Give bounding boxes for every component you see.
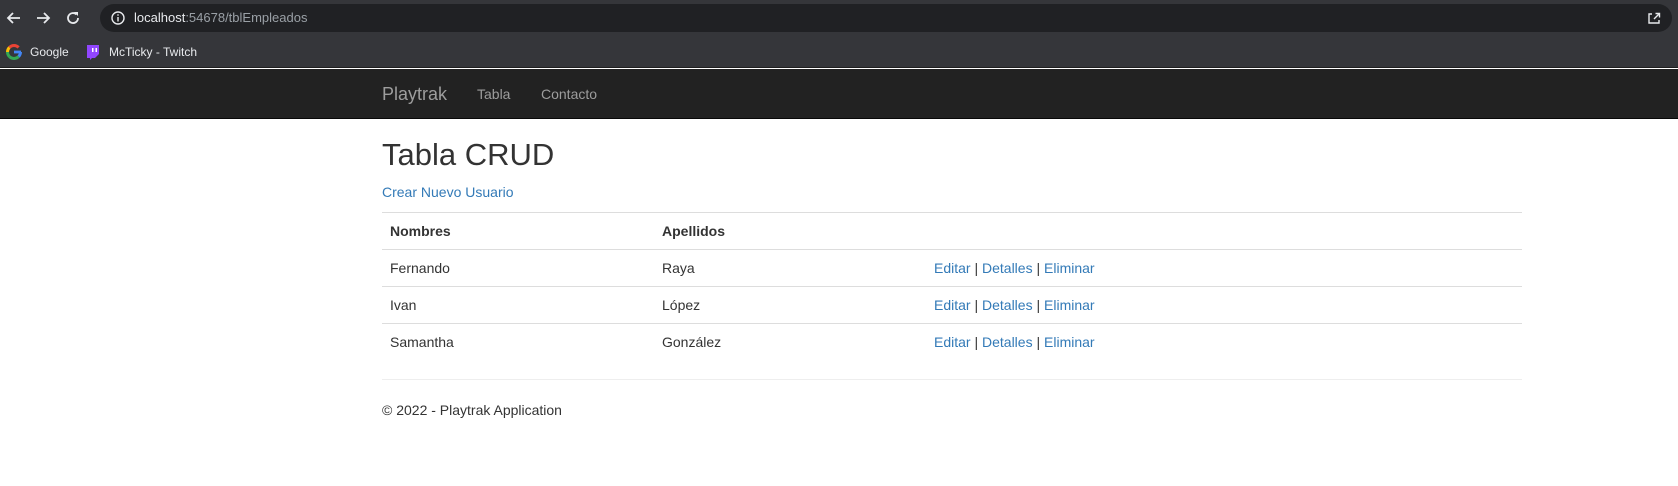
google-icon xyxy=(5,43,23,60)
cell-actions: Editar | Detalles | Eliminar xyxy=(926,286,1522,324)
separator: | xyxy=(974,260,979,276)
nav-link-tabla[interactable]: Tabla xyxy=(477,86,510,102)
twitch-icon xyxy=(85,44,101,60)
cell-nombres: Fernando xyxy=(382,249,654,287)
separator: | xyxy=(1036,297,1041,313)
forward-arrow-icon[interactable] xyxy=(32,7,54,29)
nav-link-contacto[interactable]: Contacto xyxy=(541,86,597,102)
employees-table: Nombres Apellidos Fernando Raya Editar |… xyxy=(382,212,1522,361)
back-arrow-icon[interactable] xyxy=(3,7,25,29)
details-link[interactable]: Detalles xyxy=(982,334,1033,350)
cell-nombres: Ivan xyxy=(382,286,654,324)
separator: | xyxy=(974,334,979,351)
footer-divider xyxy=(382,379,1522,380)
url-text[interactable]: localhost:54678/tblEmpleados xyxy=(134,10,307,25)
create-user-link[interactable]: Crear Nuevo Usuario xyxy=(382,184,514,200)
column-header-nombres: Nombres xyxy=(382,212,654,250)
edit-link[interactable]: Editar xyxy=(934,334,971,350)
bookmark-label: Google xyxy=(30,45,69,59)
bookmarks-bar: Google McTicky - Twitch xyxy=(0,36,1678,68)
site-navbar: Playtrak Tabla Contacto xyxy=(0,69,1678,119)
page-title: Tabla CRUD xyxy=(382,137,555,172)
footer-text: © 2022 - Playtrak Application xyxy=(382,402,562,418)
info-icon[interactable] xyxy=(110,10,126,26)
separator: | xyxy=(974,297,979,313)
cell-actions: Editar | Detalles | Eliminar xyxy=(926,249,1522,287)
delete-link[interactable]: Eliminar xyxy=(1044,297,1095,313)
separator: | xyxy=(1036,334,1041,351)
table-row: Ivan López Editar | Detalles | Eliminar xyxy=(382,286,1522,324)
url-path: :54678/tblEmpleados xyxy=(185,10,308,25)
cell-apellidos: López xyxy=(654,286,926,324)
cell-nombres: Samantha xyxy=(382,323,654,361)
column-header-actions xyxy=(926,212,1522,250)
address-bar[interactable]: localhost:54678/tblEmpleados xyxy=(100,4,1672,32)
share-icon[interactable] xyxy=(1646,10,1662,26)
delete-link[interactable]: Eliminar xyxy=(1044,334,1095,350)
edit-link[interactable]: Editar xyxy=(934,297,971,313)
cell-actions: Editar | Detalles | Eliminar xyxy=(926,323,1522,361)
details-link[interactable]: Detalles xyxy=(982,297,1033,313)
table-row: Fernando Raya Editar | Detalles | Elimin… xyxy=(382,249,1522,287)
bookmark-twitch[interactable]: McTicky - Twitch xyxy=(85,43,197,61)
cell-apellidos: Raya xyxy=(654,249,926,287)
reload-icon[interactable] xyxy=(62,7,84,29)
delete-link[interactable]: Eliminar xyxy=(1044,260,1095,276)
cell-apellidos: González xyxy=(654,323,926,361)
separator: | xyxy=(1036,260,1041,276)
details-link[interactable]: Detalles xyxy=(982,260,1033,276)
edit-link[interactable]: Editar xyxy=(934,260,971,276)
url-host: localhost xyxy=(134,10,186,25)
table-row: Samantha González Editar | Detalles | El… xyxy=(382,323,1522,361)
column-header-apellidos: Apellidos xyxy=(654,212,926,250)
bookmark-google[interactable]: Google xyxy=(5,43,69,61)
bookmark-label: McTicky - Twitch xyxy=(109,45,198,59)
browser-toolbar: localhost:54678/tblEmpleados xyxy=(0,0,1678,36)
navbar-brand[interactable]: Playtrak xyxy=(382,84,447,105)
table-header-row: Nombres Apellidos xyxy=(382,212,1522,250)
